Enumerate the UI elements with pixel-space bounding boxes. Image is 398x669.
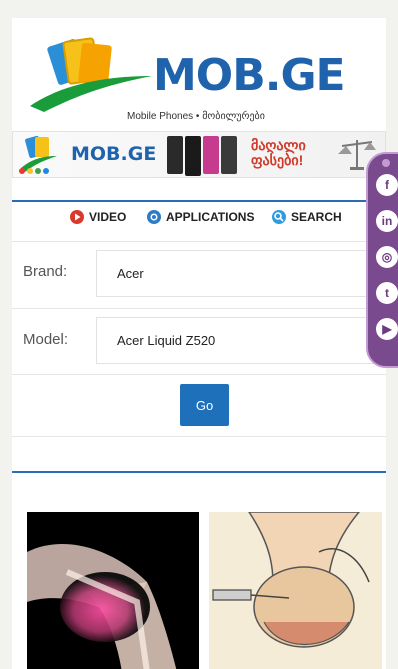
instagram-icon[interactable]: ◎ [376,246,398,268]
model-select[interactable]: Acer Liquid Z520 [96,317,386,364]
banner-slogan-line2: ფასები! [251,152,304,168]
phone-image-icon [167,136,183,174]
youtube-icon[interactable]: ▶ [376,318,398,340]
banner-ad[interactable]: MOB.GE მაღალი ფასები! [12,131,386,178]
applications-icon [147,210,161,224]
phone-image-icon [185,136,201,176]
banner-dot-icon [27,168,33,174]
nav-search-label: SEARCH [291,210,342,224]
go-button[interactable]: Go [180,384,229,426]
banner-dot-icon [35,168,41,174]
nav-applications[interactable]: APPLICATIONS [147,210,254,224]
divider [12,241,386,242]
logo-graphic-icon [30,37,152,112]
nav-search[interactable]: SEARCH [272,210,342,224]
search-icon [272,210,286,224]
social-sidebar: f in ◎ t ▶ [366,152,398,368]
divider [12,374,386,375]
collapse-dot-icon[interactable] [382,159,390,167]
phone-image-icon [221,136,237,174]
knee-xray-image[interactable] [27,512,199,669]
banner-dot-icon [43,168,49,174]
linkedin-icon[interactable]: in [376,210,398,232]
nav-applications-label: APPLICATIONS [166,210,255,224]
knee-injection-illustration[interactable] [209,512,382,669]
model-label: Model: [23,331,69,348]
play-icon [70,210,84,224]
nav-video[interactable]: VIDEO [70,210,126,224]
phone-image-icon [203,136,219,174]
banner-dot-icon [19,168,25,174]
twitter-icon[interactable]: t [376,282,398,304]
logo-text: MOB.GE [153,50,346,101]
brand-select[interactable]: Acer [96,250,386,297]
nav-video-label: VIDEO [89,210,127,224]
banner-slogan: მაღალი ფასები! [251,138,306,168]
divider [12,200,386,202]
banner-slogan-line1: მაღალი [251,137,306,153]
facebook-icon[interactable]: f [376,174,398,196]
site-logo[interactable]: MOB.GE Mobile Phones • მობილურები [12,18,386,128]
divider [12,308,386,309]
tagline: Mobile Phones • მობილურები [127,111,265,122]
page-container: MOB.GE Mobile Phones • მობილურები MOB.GE… [12,18,386,669]
divider [12,471,386,473]
divider [12,436,386,437]
banner-logo-text: MOB.GE [71,143,157,165]
brand-label: Brand: [23,263,68,280]
nav-bar: VIDEO APPLICATIONS SEARCH [12,210,386,234]
